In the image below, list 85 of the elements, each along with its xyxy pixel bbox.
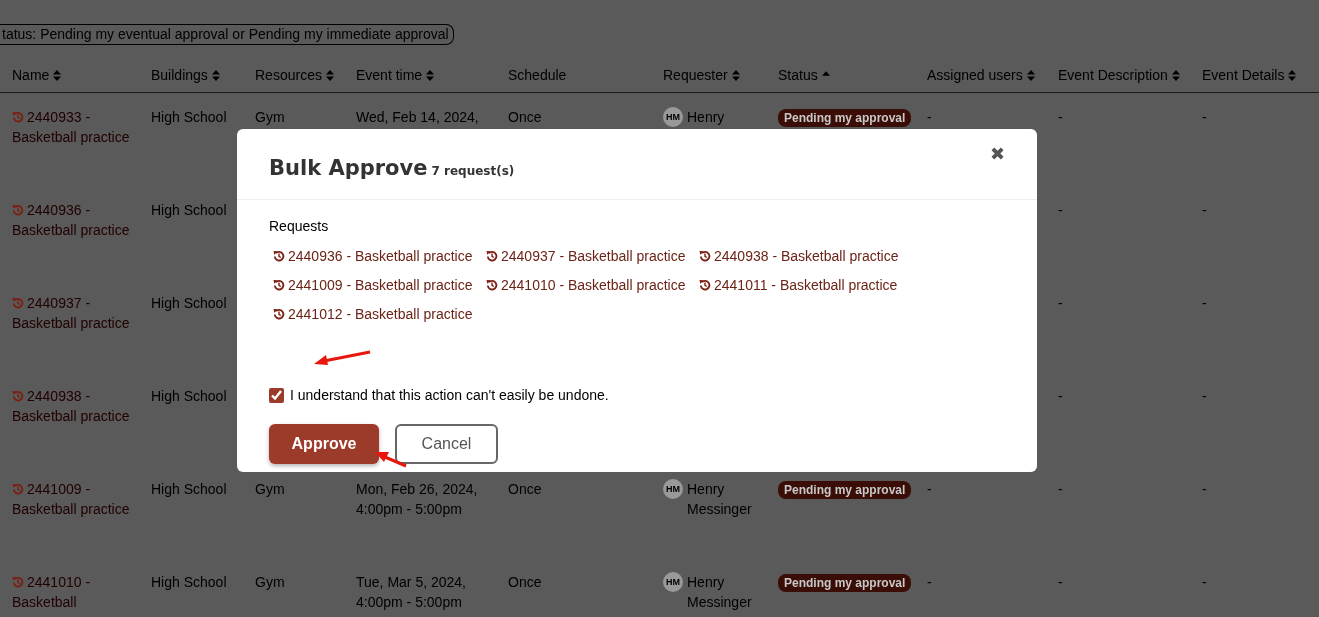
avatar: HM xyxy=(663,478,683,499)
table-cell: Gym xyxy=(255,480,285,497)
status-badge: Pending my approval xyxy=(778,109,912,127)
history-icon xyxy=(699,249,711,262)
column-header[interactable]: Requester xyxy=(663,67,728,83)
request-link[interactable]: 2441009 - Basketball practice xyxy=(269,276,473,293)
history-icon xyxy=(12,482,24,495)
table-cell: Tue, Mar 5, 2024, 4:00pm - 5:00pm xyxy=(356,573,466,610)
confirm-checkbox[interactable] xyxy=(269,387,284,403)
request-count: 7 request(s) xyxy=(431,163,515,180)
status-badge: Pending my approval xyxy=(778,480,912,499)
request-link[interactable]: 2440937 - Basketball practice xyxy=(12,292,135,333)
requests-label: Requests xyxy=(269,216,329,236)
table-cell: - xyxy=(927,573,932,590)
table-cell: - xyxy=(1058,201,1063,218)
history-icon xyxy=(12,111,24,123)
column-header[interactable]: Assigned users xyxy=(927,67,1023,83)
history-icon xyxy=(12,389,24,402)
table-cell: Wed, Feb 14, 2024, xyxy=(356,109,479,125)
table-cell: High School xyxy=(151,480,227,497)
table-cell: - xyxy=(1058,480,1063,497)
request-link[interactable]: 2440938 - Basketball practice xyxy=(12,385,135,426)
column-header[interactable]: Event time xyxy=(356,67,423,83)
table-cell: - xyxy=(1202,109,1207,125)
history-icon xyxy=(699,278,711,291)
table-cell: High School xyxy=(151,109,227,125)
history-icon xyxy=(486,278,498,291)
table-cell: - xyxy=(1058,573,1063,590)
table-cell: Gym xyxy=(255,573,285,590)
request-link[interactable]: 2441012 - Basketball practice xyxy=(269,305,473,322)
request-link[interactable]: 2441009 - Basketball practice xyxy=(12,478,135,519)
requester-name: Henry xyxy=(687,108,725,127)
avatar: HM xyxy=(663,107,683,127)
column-header[interactable]: Schedule xyxy=(508,67,567,83)
table-cell: - xyxy=(1058,387,1063,404)
table-cell: High School xyxy=(151,201,227,218)
table-cell: High School xyxy=(151,294,227,311)
history-icon xyxy=(273,278,285,291)
table-cell: - xyxy=(1202,201,1207,218)
column-header[interactable]: Buildings xyxy=(151,67,208,83)
history-icon xyxy=(12,575,24,588)
confirm-label: I understand that this action can't easily be undone. xyxy=(290,385,609,405)
request-link[interactable]: 2441010 - Basketball practice xyxy=(482,276,686,293)
table-cell: - xyxy=(1202,573,1207,590)
close-button[interactable]: ✖ xyxy=(990,145,1005,163)
table-cell: - xyxy=(1202,294,1207,311)
request-link[interactable]: 2440936 - Basketball practice xyxy=(269,247,473,264)
filter-chip[interactable]: tatus: Pending my eventual approval or Pending my immediate approval xyxy=(0,24,454,45)
table-cell: Once xyxy=(508,573,542,590)
table-cell: - xyxy=(927,480,932,497)
approve-button[interactable]: Approve xyxy=(269,423,379,464)
history-icon xyxy=(273,307,285,320)
history-icon xyxy=(12,203,24,216)
history-icon xyxy=(12,296,24,309)
table-cell: High School xyxy=(151,387,227,404)
annotation-arrow xyxy=(373,449,409,469)
table-cell: - xyxy=(1058,109,1063,125)
requester-name: Henry Messinger xyxy=(687,572,753,612)
column-header[interactable]: Event Description xyxy=(1058,67,1168,83)
table-cell: Gym xyxy=(255,109,285,125)
column-header[interactable]: Event Details xyxy=(1202,67,1285,83)
request-link[interactable]: 2441011 - Basketball practice xyxy=(695,276,898,293)
history-icon xyxy=(273,249,285,262)
column-header[interactable]: Name xyxy=(12,67,50,83)
table-cell: - xyxy=(1202,387,1207,404)
request-link[interactable]: 2440937 - Basketball practice xyxy=(482,247,686,264)
table-cell: Once xyxy=(508,480,542,497)
history-icon xyxy=(486,249,498,262)
status-badge: Pending my approval xyxy=(778,573,912,592)
table-cell: High School xyxy=(151,573,227,590)
avatar: HM xyxy=(663,571,683,592)
request-link[interactable]: 2440938 - Basketball practice xyxy=(695,247,899,264)
column-header[interactable]: Status xyxy=(778,67,818,83)
requester-name: Henry Messinger xyxy=(687,479,753,519)
request-link[interactable]: 2440936 - Basketball practice xyxy=(12,199,135,240)
modal-title: Bulk Approve xyxy=(269,155,428,182)
table-cell: Once xyxy=(508,109,542,125)
table-cell: - xyxy=(1202,480,1207,497)
column-header[interactable]: Resources xyxy=(255,67,322,83)
request-link[interactable]: 2440933 - Basketball practice xyxy=(12,107,135,147)
request-link[interactable]: 2441010 - Basketball xyxy=(12,571,135,612)
table-cell: - xyxy=(927,109,932,125)
table-cell: Mon, Feb 26, 2024, 4:00pm - 5:00pm xyxy=(356,480,478,517)
cancel-button[interactable]: Cancel xyxy=(395,423,498,464)
table-cell: - xyxy=(1058,294,1063,311)
